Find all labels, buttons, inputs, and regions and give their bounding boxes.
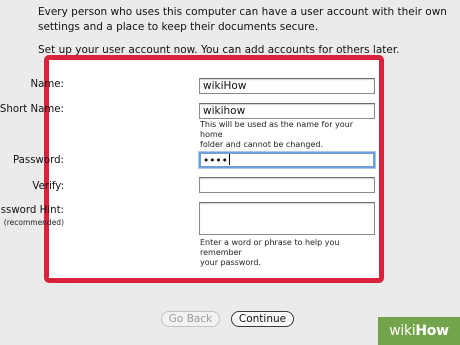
password-hint-help: Enter a word or phrase to help you remem… — [200, 238, 375, 268]
short-name-help-line-2: folder and cannot be changed. — [200, 140, 323, 149]
password-hint-help-line-1: Enter a word or phrase to help you remem… — [200, 238, 340, 257]
short-name-help: This will be used as the name for your h… — [200, 120, 375, 150]
short-name-label: Short Name: — [0, 104, 64, 115]
verify-field[interactable] — [199, 177, 375, 193]
continue-button[interactable]: Continue — [231, 311, 294, 327]
verify-label: Verify: — [32, 181, 64, 192]
go-back-button[interactable]: Go Back — [161, 311, 220, 327]
watermark-wiki: wiki — [389, 323, 416, 339]
password-hint-help-line-2: your password. — [200, 258, 262, 267]
password-label: Password: — [12, 155, 64, 166]
password-hint-label: Password Hint: — [0, 205, 64, 216]
short-name-field[interactable]: wikihow — [199, 103, 375, 119]
intro-line-1: Every person who uses this computer can … — [38, 6, 447, 18]
password-dots: •••• — [203, 155, 228, 167]
name-label: Name: — [30, 79, 65, 90]
account-form-highlight: Name: wikiHow Short Name: wikihow This w… — [0, 55, 384, 283]
intro-line-2: settings and a place to keep their docum… — [38, 21, 318, 33]
intro-text: Every person who uses this computer can … — [38, 5, 447, 35]
password-hint-field[interactable] — [199, 202, 375, 235]
wikihow-watermark-logo: wikiHow — [378, 317, 460, 345]
text-caret — [228, 154, 230, 165]
name-field[interactable]: wikiHow — [199, 78, 375, 94]
password-hint-sublabel: (recommended) — [3, 218, 64, 227]
watermark-how: How — [415, 323, 449, 339]
short-name-help-line-1: This will be used as the name for your h… — [200, 120, 354, 139]
password-field[interactable]: •••• — [199, 152, 375, 168]
